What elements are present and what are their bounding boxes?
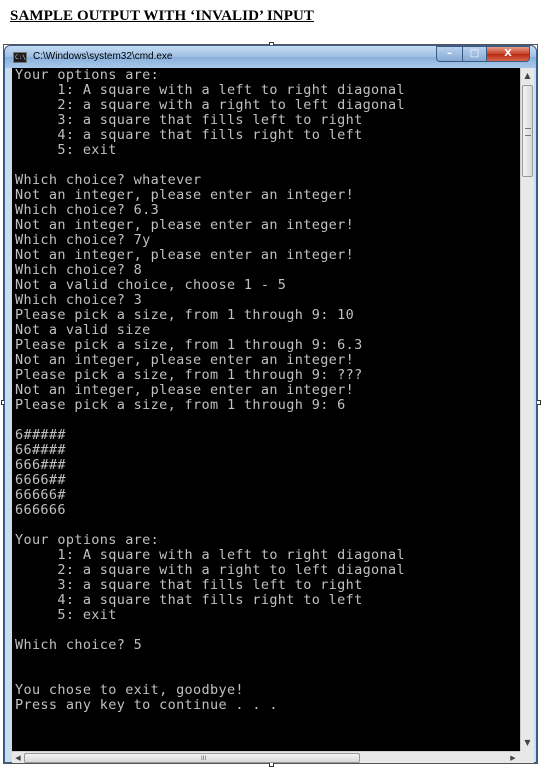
horizontal-scroll-thumb[interactable]: III	[24, 753, 360, 763]
horizontal-grip-icon: III	[201, 755, 207, 762]
console-output[interactable]: Your options are: 1: A square with a lef…	[12, 68, 520, 751]
cmd-icon: C:\	[13, 52, 27, 63]
cmd-window: C:\ C:\Windows\system32\cmd.exe – □ X Yo…	[4, 45, 537, 763]
scroll-up-arrow-icon[interactable]: ▲	[521, 68, 534, 83]
resize-corner[interactable]	[520, 751, 534, 763]
scroll-left-arrow-icon[interactable]: ◀	[13, 752, 23, 763]
title-bar[interactable]: C:\ C:\Windows\system32\cmd.exe – □ X	[5, 46, 536, 68]
vertical-scroll-thumb[interactable]	[522, 85, 533, 177]
scroll-right-arrow-icon[interactable]: ▶	[508, 752, 518, 763]
window-controls: – □ X	[436, 46, 530, 63]
maximize-button[interactable]: □	[462, 46, 486, 62]
close-button[interactable]: X	[486, 46, 530, 62]
window-title: C:\Windows\system32\cmd.exe	[33, 51, 173, 62]
scroll-grip-icon	[525, 128, 531, 136]
minimize-button[interactable]: –	[436, 46, 462, 62]
vertical-scrollbar[interactable]: ▲ ▼	[520, 68, 534, 751]
console-text: Your options are: 1: A square with a lef…	[15, 68, 405, 713]
page-heading: SAMPLE OUTPUT WITH ‘INVALID’ INPUT	[10, 8, 315, 24]
horizontal-scrollbar[interactable]: ◀ III ▶	[12, 751, 520, 763]
scroll-down-arrow-icon[interactable]: ▼	[521, 735, 534, 750]
